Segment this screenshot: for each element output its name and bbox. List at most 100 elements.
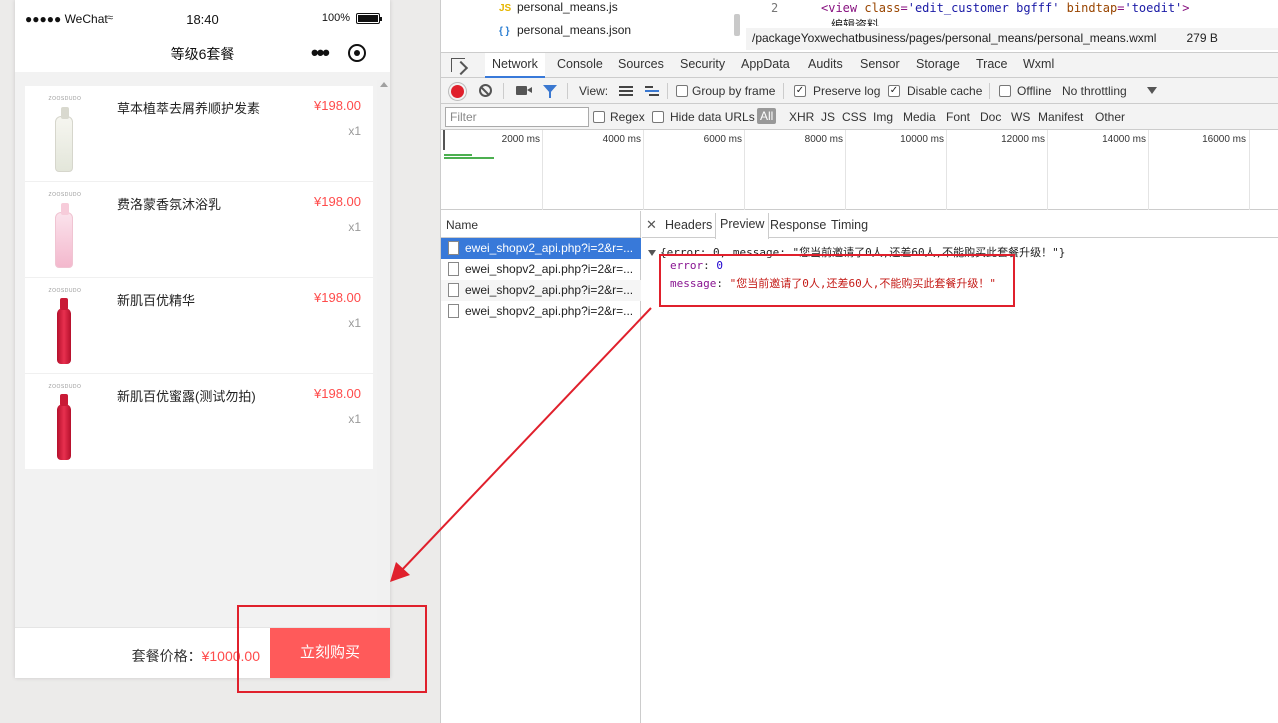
editor-scrollbar[interactable] [734, 14, 740, 36]
timeline-label: 16000 ms [1202, 134, 1246, 145]
code-line: <view class='edit_customer bgfff' bindta… [821, 1, 1190, 15]
name-column-header[interactable]: Name [441, 211, 641, 238]
table-row[interactable]: ewei_shopv2_api.php?i=2&r=... [441, 259, 641, 280]
product-price: ¥198.00 [314, 386, 361, 401]
tab-appdata[interactable]: AppData [741, 57, 790, 71]
annotation-box-response [659, 254, 1015, 307]
tab-security[interactable]: Security [680, 57, 725, 71]
filter-funnel-icon[interactable] [543, 85, 557, 98]
product-price: ¥198.00 [314, 290, 361, 305]
list-item[interactable]: ZOOSDUDO 新肌百优蜜露(测试勿拍) ¥198.00 x1 [25, 374, 373, 470]
list-item[interactable]: ZOOSDUDO 草本植萃去屑养顺护发素 ¥198.00 x1 [25, 86, 373, 182]
table-row[interactable]: ewei_shopv2_api.php?i=2&r=... [441, 238, 641, 259]
filter-type-ws[interactable]: WS [1011, 110, 1030, 124]
request-name: ewei_shopv2_api.php?i=2&r=... [465, 262, 634, 276]
battery-status: 100% [322, 12, 382, 24]
table-row[interactable]: ewei_shopv2_api.php?i=2&r=... [441, 301, 641, 322]
file-item-js[interactable]: JS personal_means.js [499, 0, 618, 14]
tab-preview[interactable]: Preview [715, 213, 770, 239]
scroll-up-arrow-icon[interactable] [380, 82, 388, 87]
code-attr: class [864, 1, 901, 15]
filter-type-xhr[interactable]: XHR [789, 110, 814, 124]
tab-network[interactable]: Network [485, 53, 545, 78]
filter-input[interactable] [445, 107, 589, 127]
tab-sensor[interactable]: Sensor [860, 57, 900, 71]
package-price-label: 套餐价格： [131, 648, 202, 664]
target-close-icon[interactable] [348, 44, 366, 62]
filter-type-img[interactable]: Img [873, 110, 893, 124]
inspect-element-icon[interactable] [451, 58, 465, 72]
group-by-frame-checkbox[interactable] [676, 85, 688, 97]
chevron-down-icon[interactable] [1147, 87, 1157, 94]
request-name: ewei_shopv2_api.php?i=2&r=... [465, 241, 634, 255]
regex-label: Regex [610, 110, 645, 124]
request-name: ewei_shopv2_api.php?i=2&r=... [465, 304, 634, 318]
large-rows-icon[interactable] [619, 86, 633, 96]
tab-audits[interactable]: Audits [808, 57, 843, 71]
tab-response[interactable]: Response [770, 218, 826, 232]
js-file-icon: JS [499, 3, 512, 14]
product-name: 草本植萃去屑养顺护发素 [117, 101, 261, 116]
close-icon[interactable]: ✕ [646, 217, 657, 233]
tab-timing[interactable]: Timing [831, 218, 868, 232]
code-value: 'edit_customer bgfff' [907, 1, 1060, 15]
more-dots-icon[interactable]: ••• [311, 40, 330, 66]
devtools-tabbar: Network Console Sources Security AppData… [441, 52, 1278, 78]
request-list: Name ewei_shopv2_api.php?i=2&r=... ewei_… [441, 211, 641, 723]
file-size: 279 B [1186, 31, 1218, 45]
shampoo-bottle-icon [55, 107, 73, 172]
timeline-request-bar [444, 157, 494, 159]
product-image: ZOOSDUDO [45, 96, 85, 176]
filter-type-font[interactable]: Font [946, 110, 970, 124]
group-by-frame-label: Group by frame [692, 84, 776, 98]
document-icon [448, 283, 459, 297]
table-row[interactable]: ewei_shopv2_api.php?i=2&r=... [441, 280, 641, 301]
product-name: 新肌百优精华 [117, 293, 196, 308]
preserve-log-checkbox[interactable]: ✓ [794, 85, 806, 97]
expand-triangle-icon[interactable] [648, 250, 656, 256]
annotation-box-buy-button [237, 605, 427, 693]
json-file-icon: { } [499, 26, 510, 37]
file-tree: JS personal_means.js { } personal_means.js… [441, 0, 734, 42]
tab-trace[interactable]: Trace [976, 57, 1008, 71]
tab-sources[interactable]: Sources [618, 57, 664, 71]
filter-type-other[interactable]: Other [1095, 110, 1125, 124]
brand-label: ZOOSDUDO [48, 192, 82, 198]
timeline-label: 12000 ms [1001, 134, 1045, 145]
clear-icon[interactable] [479, 84, 492, 97]
file-item-json[interactable]: { } personal_means.json [499, 23, 631, 37]
list-item[interactable]: ZOOSDUDO 费洛蒙香氛沐浴乳 ¥198.00 x1 [25, 182, 373, 278]
filter-type-doc[interactable]: Doc [980, 110, 1001, 124]
filter-type-manifest[interactable]: Manifest [1038, 110, 1083, 124]
filter-type-media[interactable]: Media [903, 110, 936, 124]
disable-cache-checkbox[interactable]: ✓ [888, 85, 900, 97]
hide-data-urls-checkbox[interactable] [652, 111, 664, 123]
throttling-select[interactable]: No throttling [1062, 84, 1127, 98]
list-item[interactable]: ZOOSDUDO 新肌百优精华 ¥198.00 x1 [25, 278, 373, 374]
product-image: ZOOSDUDO [45, 384, 85, 464]
regex-checkbox[interactable] [593, 111, 605, 123]
product-quantity: x1 [348, 412, 361, 426]
screenshot-camera-icon[interactable] [516, 86, 532, 95]
tab-storage[interactable]: Storage [916, 57, 960, 71]
product-quantity: x1 [348, 316, 361, 330]
record-icon[interactable] [451, 85, 464, 98]
tab-console[interactable]: Console [557, 57, 603, 71]
timeline-request-bar [444, 154, 472, 156]
tab-wxml[interactable]: Wxml [1023, 57, 1054, 71]
product-list: ZOOSDUDO 草本植萃去屑养顺护发素 ¥198.00 x1 ZOOSDUDO… [25, 86, 373, 469]
filter-type-css[interactable]: CSS [842, 110, 867, 124]
product-quantity: x1 [348, 220, 361, 234]
tab-headers[interactable]: Headers [665, 218, 712, 232]
phone-scrollbar[interactable] [377, 80, 390, 627]
timeline-label: 8000 ms [804, 134, 843, 145]
waterfall-icon[interactable] [645, 86, 659, 96]
filter-type-js[interactable]: JS [821, 110, 835, 124]
phone-simulator: ●●●●● WeChat ≈ 18:40 100% 等级6套餐 ••• ZOOS… [15, 0, 390, 678]
filter-type-all[interactable]: All [757, 108, 777, 124]
network-timeline[interactable]: 2000 ms 4000 ms 6000 ms 8000 ms 10000 ms… [441, 130, 1278, 210]
code-tag-open: <view [821, 1, 865, 15]
network-toolbar: View: Group by frame ✓ Preserve log ✓ Di… [441, 78, 1278, 104]
essence-bottle-icon [57, 298, 71, 364]
offline-checkbox[interactable] [999, 85, 1011, 97]
